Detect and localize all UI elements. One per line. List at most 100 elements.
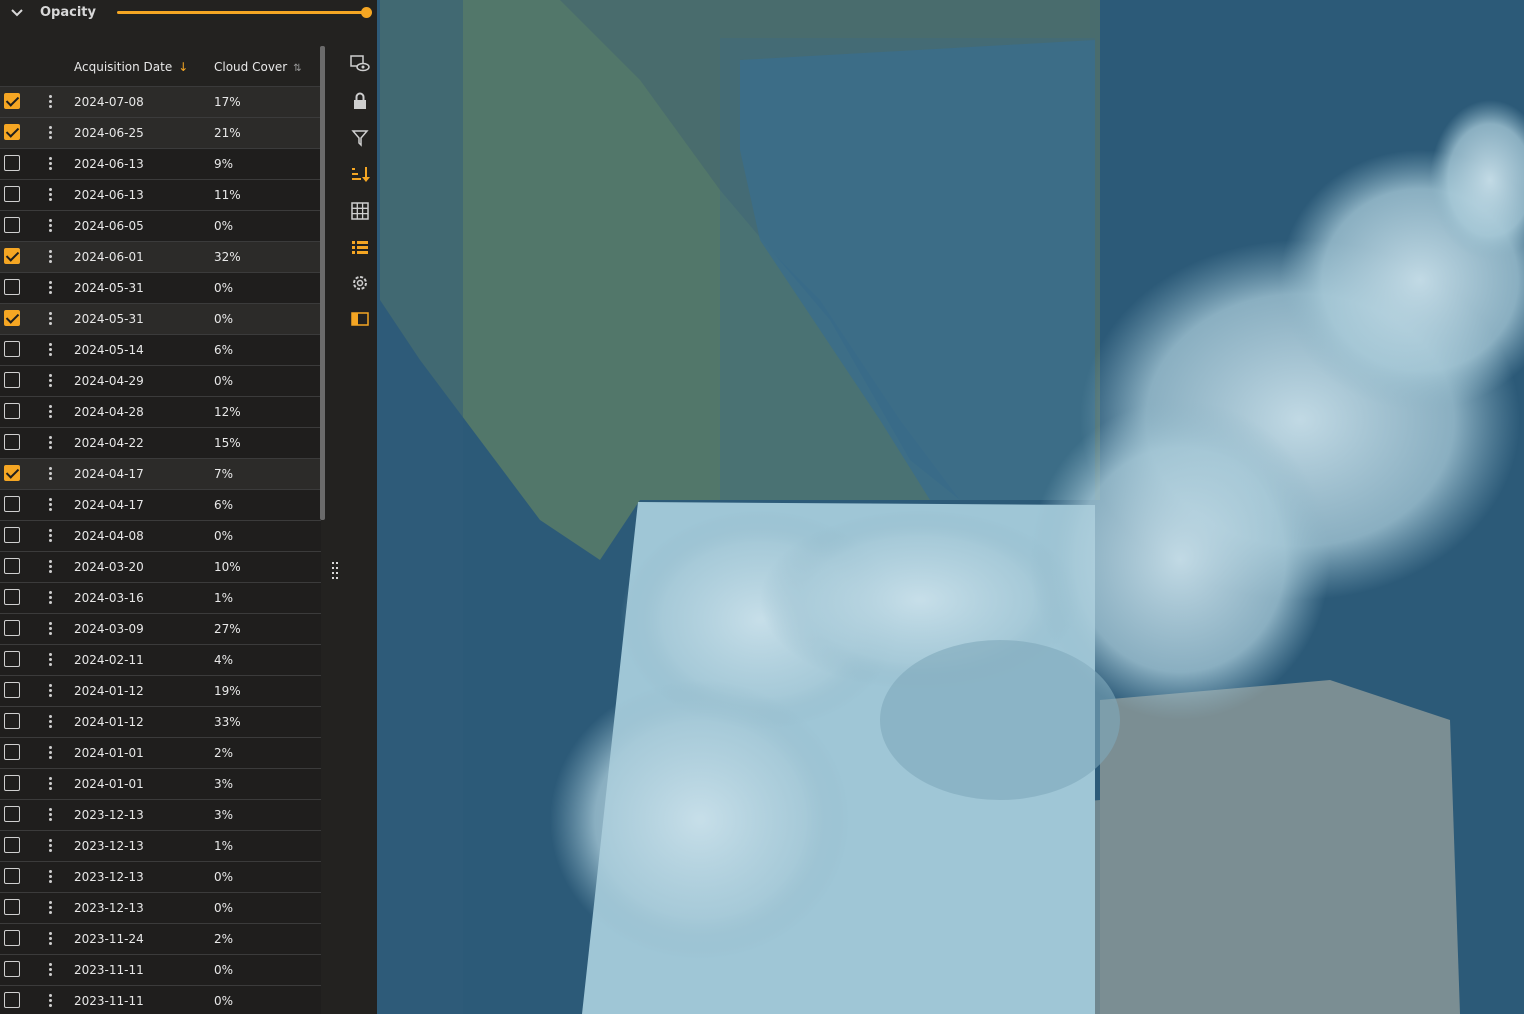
row-checkbox[interactable]	[4, 155, 20, 171]
table-row[interactable]: 2024-01-12 33%	[0, 707, 321, 738]
kebab-menu-icon[interactable]	[49, 963, 53, 977]
row-checkbox[interactable]	[4, 248, 20, 264]
row-checkbox[interactable]	[4, 186, 20, 202]
table-row[interactable]: 2024-03-20 10%	[0, 552, 321, 583]
kebab-menu-icon[interactable]	[49, 994, 53, 1008]
table-row[interactable]: 2024-04-17 7%	[0, 459, 321, 490]
row-checkbox[interactable]	[4, 651, 20, 667]
kebab-menu-icon[interactable]	[49, 684, 53, 698]
table-row[interactable]: 2024-02-11 4%	[0, 645, 321, 676]
kebab-menu-icon[interactable]	[49, 870, 53, 884]
row-checkbox[interactable]	[4, 837, 20, 853]
table-row[interactable]: 2023-11-24 2%	[0, 924, 321, 955]
row-checkbox[interactable]	[4, 868, 20, 884]
table-row[interactable]: 2024-04-22 15%	[0, 428, 321, 459]
kebab-menu-icon[interactable]	[49, 250, 53, 264]
table-row[interactable]: 2023-12-13 3%	[0, 800, 321, 831]
row-checkbox[interactable]	[4, 496, 20, 512]
row-checkbox[interactable]	[4, 403, 20, 419]
row-checkbox[interactable]	[4, 961, 20, 977]
table-row[interactable]: 2024-05-14 6%	[0, 335, 321, 366]
table-row[interactable]: 2023-11-11 0%	[0, 955, 321, 986]
kebab-menu-icon[interactable]	[49, 374, 53, 388]
row-checkbox[interactable]	[4, 124, 20, 140]
row-checkbox[interactable]	[4, 589, 20, 605]
chevron-down-icon[interactable]	[10, 6, 24, 20]
scrollbar-thumb[interactable]	[320, 46, 325, 520]
row-checkbox[interactable]	[4, 806, 20, 822]
table-row[interactable]: 2024-04-29 0%	[0, 366, 321, 397]
layer-visibility-icon[interactable]	[350, 54, 370, 74]
kebab-menu-icon[interactable]	[49, 715, 53, 729]
table-row[interactable]: 2024-04-08 0%	[0, 521, 321, 552]
table-row[interactable]: 2024-06-25 21%	[0, 118, 321, 149]
table-row[interactable]: 2023-12-13 0%	[0, 893, 321, 924]
table-row[interactable]: 2023-12-13 1%	[0, 831, 321, 862]
kebab-menu-icon[interactable]	[49, 343, 53, 357]
row-checkbox[interactable]	[4, 434, 20, 450]
row-checkbox[interactable]	[4, 930, 20, 946]
list-icon[interactable]	[350, 237, 370, 257]
row-checkbox[interactable]	[4, 279, 20, 295]
table-row[interactable]: 2024-04-28 12%	[0, 397, 321, 428]
row-checkbox[interactable]	[4, 217, 20, 233]
filter-icon[interactable]	[350, 128, 370, 148]
table-row[interactable]: 2024-03-16 1%	[0, 583, 321, 614]
table-row[interactable]: 2024-01-12 19%	[0, 676, 321, 707]
lock-icon[interactable]	[350, 91, 370, 111]
table-row[interactable]: 2024-01-01 3%	[0, 769, 321, 800]
settings-icon[interactable]	[350, 273, 370, 293]
kebab-menu-icon[interactable]	[49, 529, 53, 543]
kebab-menu-icon[interactable]	[49, 126, 53, 140]
panel-toggle-icon[interactable]	[350, 309, 370, 329]
opacity-slider-track[interactable]	[117, 11, 367, 14]
table-row[interactable]: 2023-11-11 0%	[0, 986, 321, 1014]
row-checkbox[interactable]	[4, 744, 20, 760]
row-checkbox[interactable]	[4, 899, 20, 915]
table-row[interactable]: 2024-07-08 17%	[0, 87, 321, 118]
table-row[interactable]: 2024-06-13 11%	[0, 180, 321, 211]
table-row[interactable]: 2024-03-09 27%	[0, 614, 321, 645]
row-checkbox[interactable]	[4, 992, 20, 1008]
table-row[interactable]: 2024-06-13 9%	[0, 149, 321, 180]
sort-icon[interactable]	[350, 164, 370, 184]
kebab-menu-icon[interactable]	[49, 560, 53, 574]
row-checkbox[interactable]	[4, 310, 20, 326]
opacity-slider-handle[interactable]	[361, 7, 372, 18]
kebab-menu-icon[interactable]	[49, 653, 53, 667]
table-row[interactable]: 2024-06-05 0%	[0, 211, 321, 242]
kebab-menu-icon[interactable]	[49, 219, 53, 233]
column-header-acquisition-date[interactable]: Acquisition Date ↓	[74, 60, 188, 74]
kebab-menu-icon[interactable]	[49, 591, 53, 605]
kebab-menu-icon[interactable]	[49, 436, 53, 450]
kebab-menu-icon[interactable]	[49, 839, 53, 853]
row-checkbox[interactable]	[4, 682, 20, 698]
table-row[interactable]: 2024-01-01 2%	[0, 738, 321, 769]
kebab-menu-icon[interactable]	[49, 932, 53, 946]
table-row[interactable]: 2023-12-13 0%	[0, 862, 321, 893]
row-checkbox[interactable]	[4, 93, 20, 109]
table-row[interactable]: 2024-05-31 0%	[0, 273, 321, 304]
row-checkbox[interactable]	[4, 465, 20, 481]
kebab-menu-icon[interactable]	[49, 808, 53, 822]
kebab-menu-icon[interactable]	[49, 188, 53, 202]
kebab-menu-icon[interactable]	[49, 746, 53, 760]
kebab-menu-icon[interactable]	[49, 405, 53, 419]
column-header-cloud-cover[interactable]: Cloud Cover ⇅	[214, 60, 302, 74]
row-checkbox[interactable]	[4, 527, 20, 543]
kebab-menu-icon[interactable]	[49, 312, 53, 326]
kebab-menu-icon[interactable]	[49, 157, 53, 171]
kebab-menu-icon[interactable]	[49, 901, 53, 915]
kebab-menu-icon[interactable]	[49, 777, 53, 791]
kebab-menu-icon[interactable]	[49, 281, 53, 295]
resize-handle-icon[interactable]	[330, 560, 340, 584]
row-checkbox[interactable]	[4, 620, 20, 636]
grid-icon[interactable]	[350, 201, 370, 221]
kebab-menu-icon[interactable]	[49, 622, 53, 636]
row-checkbox[interactable]	[4, 341, 20, 357]
kebab-menu-icon[interactable]	[49, 467, 53, 481]
kebab-menu-icon[interactable]	[49, 498, 53, 512]
row-checkbox[interactable]	[4, 775, 20, 791]
row-checkbox[interactable]	[4, 558, 20, 574]
table-row[interactable]: 2024-06-01 32%	[0, 242, 321, 273]
